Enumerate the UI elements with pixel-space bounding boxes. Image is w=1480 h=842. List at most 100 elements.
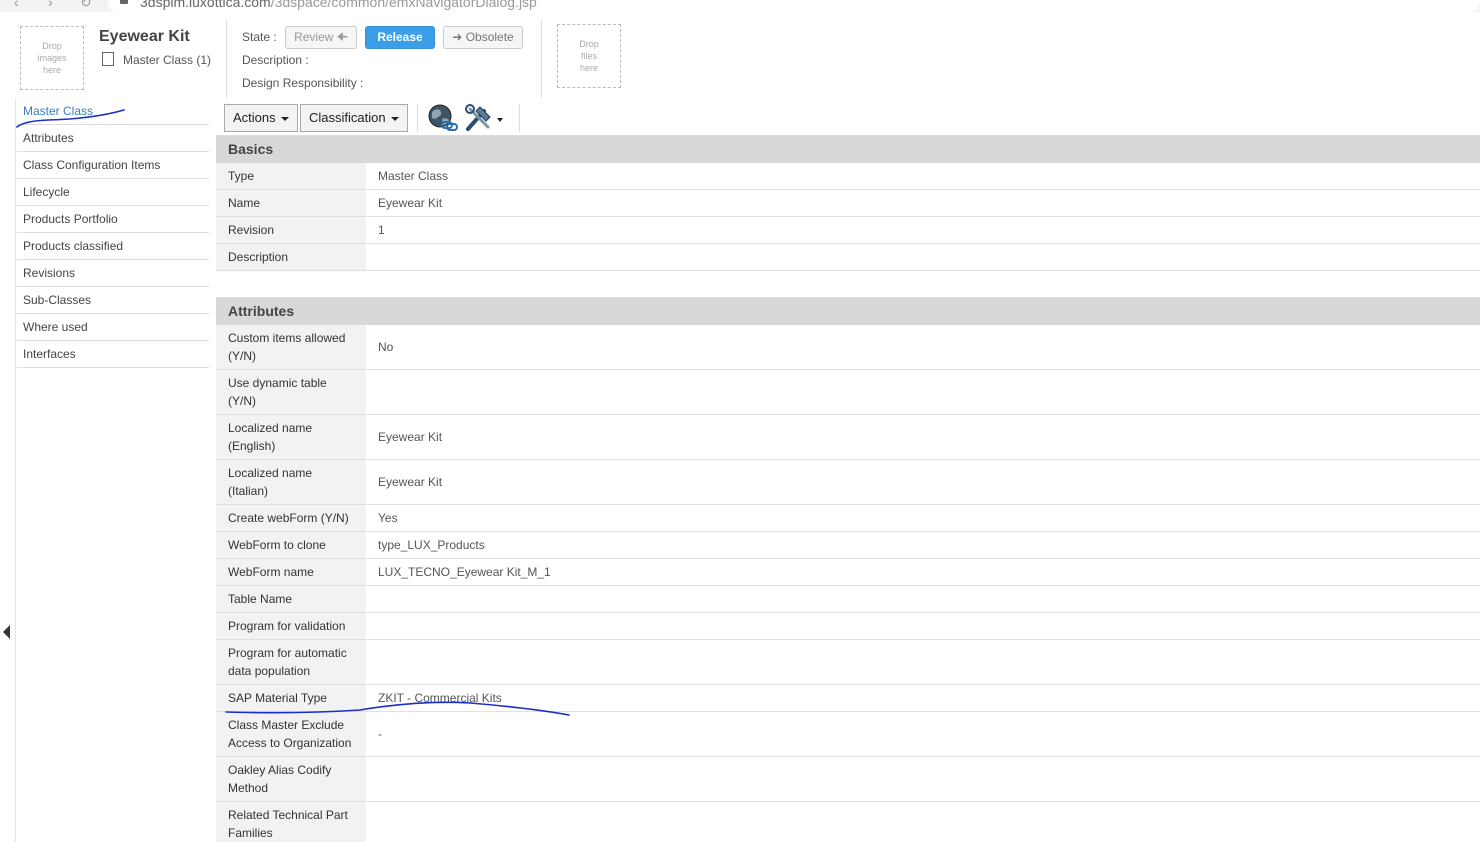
table-row: Type Master Class	[216, 163, 1480, 190]
field-value	[366, 757, 1480, 801]
url-path: /3dspace/common/emxNavigatorDialog.jsp	[270, 0, 537, 10]
table-row: Revision 1	[216, 217, 1480, 244]
field-label: WebForm name	[216, 559, 366, 585]
lock-icon	[120, 0, 128, 4]
field-value	[366, 370, 1480, 414]
document-icon	[102, 52, 114, 66]
field-label: Type	[216, 163, 366, 189]
table-row: Localized name (Italian) Eyewear Kit	[216, 460, 1480, 505]
nav-item-master-class[interactable]: Master Class	[17, 98, 209, 125]
field-label: Create webForm (Y/N)	[216, 505, 366, 531]
field-label: Custom items allowed (Y/N)	[216, 325, 366, 369]
field-value: Eyewear Kit	[378, 196, 443, 210]
nav-item-where-used[interactable]: Where used	[17, 314, 209, 341]
url-host: 3dspim.luxottica.com	[140, 0, 271, 10]
nav-item-lifecycle[interactable]: Lifecycle	[17, 179, 209, 206]
browser-url-bar: ‹ › ↻ 3dspim.luxottica.com/3dspace/commo…	[0, 0, 1480, 12]
actions-menu-button[interactable]: Actions	[224, 104, 299, 132]
properties-panel: Basics Type Master Class Name Eyewear Kit …	[216, 136, 1480, 842]
review-button-label: Review	[294, 30, 334, 44]
side-collapse-bar[interactable]	[0, 98, 16, 842]
release-button[interactable]: Release	[365, 26, 435, 49]
field-label: Use dynamic table (Y/N)	[216, 370, 366, 414]
design-responsibility-label: Design Responsibility :	[242, 76, 364, 90]
object-type-subtitle: Master Class (1)	[123, 53, 212, 67]
header-divider	[226, 20, 227, 98]
field-label: Revision	[216, 217, 366, 243]
table-row: WebForm name LUX_TECNO_Eyewear Kit_M_1	[216, 559, 1480, 586]
field-value	[366, 586, 1480, 612]
category-nav: Master Class Attributes Class Configurat…	[17, 98, 209, 368]
toolbar-divider	[417, 104, 418, 132]
back-icon[interactable]: ‹	[14, 0, 19, 10]
nav-item-sub-classes[interactable]: Sub-Classes	[17, 287, 209, 314]
table-row: Class Master Exclude Access to Organizat…	[216, 712, 1480, 757]
field-label: Related Technical Part Families	[216, 802, 366, 842]
field-value: Eyewear Kit	[378, 430, 443, 444]
table-row: SAP Material Type ZKIT - Commercial Kits	[216, 685, 1480, 712]
toolbar-divider	[519, 104, 520, 132]
table-row: Localized name (English) Eyewear Kit	[216, 415, 1480, 460]
table-row: WebForm to clone type_LUX_Products	[216, 532, 1480, 559]
field-label: Name	[216, 190, 366, 216]
page-title: Eyewear Kit	[99, 28, 190, 45]
section-spacer	[216, 271, 1480, 298]
drop-files-zone[interactable]: Drop files here	[557, 24, 621, 88]
field-label: Program for validation	[216, 613, 366, 639]
field-value: ZKIT - Commercial Kits	[378, 691, 502, 705]
header-divider	[541, 20, 542, 98]
field-value	[366, 640, 1480, 684]
field-label: Program for automatic data population	[216, 640, 366, 684]
collapse-left-icon[interactable]	[3, 625, 10, 639]
chevron-down-icon	[281, 116, 290, 121]
actions-label: Actions	[233, 110, 276, 125]
field-label: Localized name (Italian)	[216, 460, 366, 504]
obsolete-button-label: Obsolete	[465, 30, 514, 44]
chevron-down-icon	[391, 116, 400, 121]
review-button[interactable]: Review 🠈	[285, 26, 357, 49]
classification-label: Classification	[309, 110, 386, 125]
field-label: Localized name (English)	[216, 415, 366, 459]
nav-item-revisions[interactable]: Revisions	[17, 260, 209, 287]
field-label: Table Name	[216, 586, 366, 612]
field-value: 1	[378, 223, 385, 237]
table-row: Use dynamic table (Y/N)	[216, 370, 1480, 415]
obsolete-button[interactable]: ➜ Obsolete	[443, 26, 523, 49]
state-label: State :	[242, 30, 277, 44]
tools-menu-icon[interactable]	[464, 103, 508, 133]
nav-item-class-configuration-items[interactable]: Class Configuration Items	[17, 152, 209, 179]
field-value: Yes	[378, 511, 398, 525]
globe-link-icon[interactable]	[426, 103, 458, 133]
nav-item-products-portfolio[interactable]: Products Portfolio	[17, 206, 209, 233]
nav-item-products-classified[interactable]: Products classified	[17, 233, 209, 260]
table-row: Table Name	[216, 586, 1480, 613]
field-value	[366, 802, 1480, 842]
field-label: Oakley Alias Codify Method	[216, 757, 366, 801]
table-row: Create webForm (Y/N) Yes	[216, 505, 1480, 532]
arrow-left-icon: 🠈	[336, 30, 348, 44]
field-value	[366, 613, 1480, 639]
nav-item-attributes[interactable]: Attributes	[17, 125, 209, 152]
table-row: Program for automatic data population	[216, 640, 1480, 685]
reload-icon[interactable]: ↻	[80, 0, 92, 11]
field-label: Description	[216, 244, 366, 270]
object-header: Drop images here Eyewear Kit Master Clas…	[0, 12, 1480, 98]
table-row: Description	[216, 244, 1480, 271]
toolbar: Actions Classification	[216, 98, 1480, 136]
classification-menu-button[interactable]: Classification	[300, 104, 409, 132]
field-value: Eyewear Kit	[378, 475, 443, 489]
field-value: No	[378, 340, 394, 354]
description-label: Description :	[242, 53, 309, 67]
field-value: -	[378, 727, 382, 741]
table-row: Custom items allowed (Y/N) No	[216, 325, 1480, 370]
section-header-basics: Basics	[216, 136, 1480, 163]
table-row: Name Eyewear Kit	[216, 190, 1480, 217]
url-text[interactable]: 3dspim.luxottica.com/3dspace/common/emxN…	[140, 0, 537, 10]
nav-item-interfaces[interactable]: Interfaces	[17, 341, 209, 368]
field-value: type_LUX_Products	[378, 538, 485, 552]
forward-icon[interactable]: ›	[48, 0, 53, 10]
drop-images-zone[interactable]: Drop images here	[20, 26, 84, 90]
table-row: Related Technical Part Families	[216, 802, 1480, 842]
drop-files-text: Drop files here	[579, 39, 599, 73]
table-row: Oakley Alias Codify Method	[216, 757, 1480, 802]
